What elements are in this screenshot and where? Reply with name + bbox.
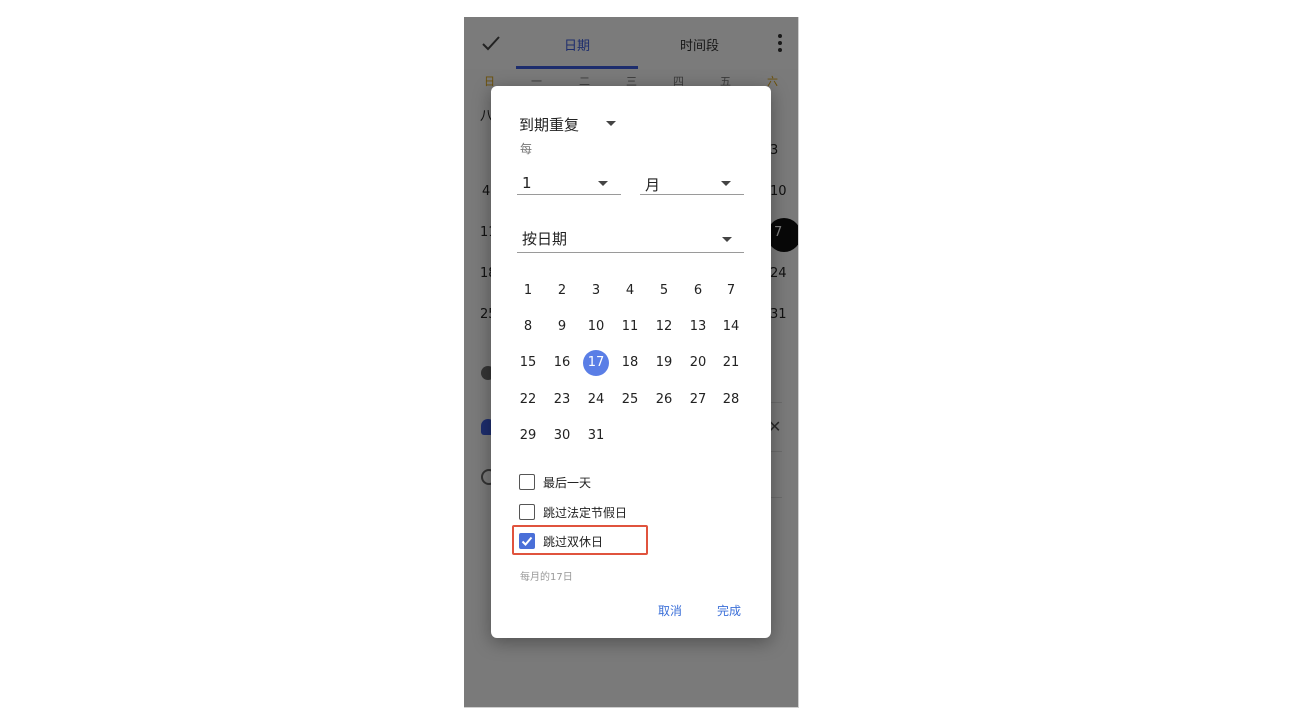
day-cell[interactable]: 26 xyxy=(651,387,677,413)
day-cell[interactable]: 12 xyxy=(651,314,677,340)
day-cell[interactable]: 24 xyxy=(583,387,609,413)
day-cell[interactable]: 31 xyxy=(583,423,609,449)
day-selected[interactable]: 17 xyxy=(583,350,609,376)
option-label: 跳过法定节假日 xyxy=(543,506,628,520)
day-cell[interactable]: 23 xyxy=(549,387,575,413)
highlight-annotation xyxy=(512,525,648,555)
repeat-dialog: 到期重复 每 1 月 按日期 1 2 3 4 5 6 7 8 9 10 11 12 13 14 15 16 17… xyxy=(491,86,771,638)
unit-select[interactable]: 月 xyxy=(640,172,744,195)
day-cell[interactable]: 1 xyxy=(515,278,541,304)
checkbox[interactable] xyxy=(519,474,535,490)
chevron-down-icon xyxy=(598,181,608,186)
day-cell[interactable]: 3 xyxy=(583,278,609,304)
day-cell[interactable]: 6 xyxy=(685,278,711,304)
dialog-subtitle: 每 xyxy=(520,142,533,156)
day-cell[interactable]: 2 xyxy=(549,278,575,304)
day-cell[interactable]: 30 xyxy=(549,423,575,449)
day-cell[interactable]: 7 xyxy=(718,278,744,304)
day-cell[interactable]: 11 xyxy=(617,314,643,340)
repeat-summary: 每月的17日 xyxy=(520,572,573,583)
day-cell[interactable]: 29 xyxy=(515,423,541,449)
day-cell[interactable]: 14 xyxy=(718,314,744,340)
interval-value: 1 xyxy=(522,174,532,192)
day-cell[interactable]: 4 xyxy=(617,278,643,304)
day-cell[interactable]: 16 xyxy=(549,350,575,376)
day-cell[interactable]: 20 xyxy=(685,350,711,376)
day-cell[interactable]: 15 xyxy=(515,350,541,376)
chevron-down-icon[interactable] xyxy=(606,121,616,126)
day-cell[interactable]: 8 xyxy=(515,314,541,340)
day-cell[interactable]: 9 xyxy=(549,314,575,340)
done-button[interactable]: 完成 xyxy=(717,602,741,619)
cancel-button[interactable]: 取消 xyxy=(658,602,682,619)
day-cell[interactable]: 10 xyxy=(583,314,609,340)
day-cell[interactable]: 13 xyxy=(685,314,711,340)
mode-value: 按日期 xyxy=(522,230,568,248)
unit-value: 月 xyxy=(645,176,661,194)
day-cell[interactable]: 5 xyxy=(651,278,677,304)
day-cell[interactable]: 25 xyxy=(617,387,643,413)
option-label: 最后一天 xyxy=(543,476,592,490)
day-cell[interactable]: 19 xyxy=(651,350,677,376)
dialog-title[interactable]: 到期重复 xyxy=(519,114,579,135)
day-cell[interactable]: 27 xyxy=(685,387,711,413)
day-cell[interactable]: 22 xyxy=(515,387,541,413)
day-cell[interactable]: 18 xyxy=(617,350,643,376)
interval-select[interactable]: 1 xyxy=(517,172,621,195)
chevron-down-icon xyxy=(722,237,732,242)
mode-select[interactable]: 按日期 xyxy=(517,226,744,253)
chevron-down-icon xyxy=(721,181,731,186)
day-cell[interactable]: 28 xyxy=(718,387,744,413)
day-cell[interactable]: 21 xyxy=(718,350,744,376)
checkbox[interactable] xyxy=(519,504,535,520)
